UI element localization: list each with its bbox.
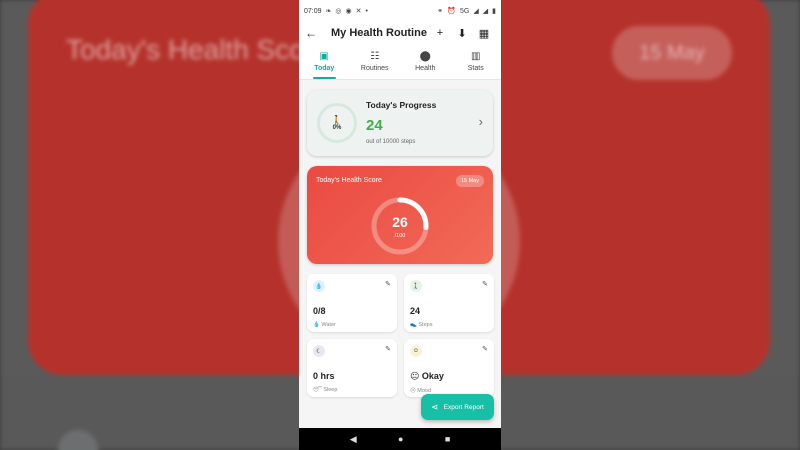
health-score-card: Today's Health Score 15 May 26 /100 xyxy=(307,166,493,264)
app-bar: ← My Health Routine + ⬇ ▦ xyxy=(299,22,501,44)
water-value: 0/8 xyxy=(313,306,326,316)
progress-percent: 0% xyxy=(332,125,342,131)
edit-icon[interactable]: ✎ xyxy=(482,345,488,353)
sleep-label: 😴 Sleep xyxy=(313,387,338,393)
tab-stats[interactable]: ▥ Stats xyxy=(451,44,502,79)
battery-icon: ▮ xyxy=(492,8,496,15)
water-card[interactable]: 💧 ✎ 0/8 💧 Water xyxy=(307,274,397,332)
main-content: 🚶 0% Today's Progress 24 out of 10000 st… xyxy=(299,80,501,397)
system-nav-bar: ◀ ● ■ xyxy=(299,428,501,450)
calendar-icon[interactable]: ▦ xyxy=(473,27,495,40)
mood-value: 😐 Okay xyxy=(410,371,444,381)
tab-bar: ▣ Today ☷ Routines ⬤ Health ▥ Stats xyxy=(299,44,501,80)
tab-routines[interactable]: ☷ Routines xyxy=(350,44,401,79)
health-score-max: /100 xyxy=(394,233,406,239)
bg-date-pill: 15 May xyxy=(612,26,732,80)
location-pin-icon: ⬤ xyxy=(419,51,431,62)
sleep-card[interactable]: ☾ ✎ 0 hrs 😴 Sleep xyxy=(307,339,397,397)
status-time: 07:09 xyxy=(304,7,322,15)
mood-card[interactable]: ☺ ✎ 😐 Okay 😐 Mood xyxy=(404,339,494,397)
progress-value: 24 xyxy=(366,117,383,134)
smiley-icon: ☺ xyxy=(410,345,422,357)
phone-screen: 07:09 ❧ ◎ ◉ ✕ • ⚭ ⏰ 5G ◢ ◢ ▮ ← My Health… xyxy=(299,0,501,450)
signal-icon: ◢ xyxy=(473,8,479,15)
tab-health[interactable]: ⬤ Health xyxy=(400,44,451,79)
progress-ring: 🚶 0% xyxy=(317,103,357,143)
progress-subtitle: out of 10000 steps xyxy=(366,139,416,145)
nav-recents-icon[interactable]: ■ xyxy=(445,434,450,444)
tab-today[interactable]: ▣ Today xyxy=(299,44,350,79)
sleep-value: 0 hrs xyxy=(313,371,335,381)
page-title: My Health Routine xyxy=(331,27,427,39)
back-arrow-icon[interactable]: ← xyxy=(305,26,321,40)
steps-card[interactable]: 🚶 ✎ 24 👟 Steps xyxy=(404,274,494,332)
alarm-icon: ⏰ xyxy=(447,8,457,15)
export-icon[interactable]: ⬇ xyxy=(451,27,473,40)
tab-label: Routines xyxy=(360,65,389,72)
health-score-value: 26 xyxy=(392,214,408,230)
link-icon: ⚭ xyxy=(437,8,444,15)
walking-icon: 🚶 xyxy=(331,115,343,125)
edit-icon[interactable]: ✎ xyxy=(385,345,391,353)
steps-label: 👟 Steps xyxy=(410,322,433,328)
nav-home-icon[interactable]: ● xyxy=(398,434,403,444)
status-bar: 07:09 ❧ ◎ ◉ ✕ • ⚭ ⏰ 5G ◢ ◢ ▮ xyxy=(299,0,501,22)
edit-icon[interactable]: ✎ xyxy=(482,280,488,288)
export-report-label: Export Report xyxy=(443,403,484,411)
add-icon[interactable]: + xyxy=(429,27,451,39)
progress-title: Today's Progress xyxy=(366,100,437,110)
tab-label: Stats xyxy=(467,65,484,72)
export-report-button[interactable]: ⋖ Export Report xyxy=(421,394,494,420)
moon-icon: ☾ xyxy=(313,345,325,357)
health-score-title: Today's Health Score xyxy=(316,177,382,184)
stats-grid: 💧 ✎ 0/8 💧 Water 🚶 ✎ 24 👟 Steps ☾ ✎ 0 hrs… xyxy=(307,274,494,397)
bar-chart-icon: ▥ xyxy=(471,51,481,62)
water-drop-icon: 💧 xyxy=(313,280,325,292)
leaf-icon: ❧ xyxy=(325,8,332,15)
share-icon: ⋖ xyxy=(431,401,439,412)
tab-label: Health xyxy=(415,65,436,72)
nav-back-icon[interactable]: ◀ xyxy=(350,434,357,445)
notification-icon: ◎ xyxy=(335,8,342,15)
calendar-today-icon: ▣ xyxy=(319,51,329,62)
location-icon: ◉ xyxy=(345,8,352,15)
water-label: 💧 Water xyxy=(313,322,336,328)
x-icon: ✕ xyxy=(355,8,362,15)
signal2-icon: ◢ xyxy=(482,8,489,15)
date-badge: 15 May xyxy=(455,175,484,187)
bg-title: Today's Health Score xyxy=(66,34,330,65)
progress-card[interactable]: 🚶 0% Today's Progress 24 out of 10000 st… xyxy=(307,90,493,156)
edit-icon[interactable]: ✎ xyxy=(385,280,391,288)
dot-icon: • xyxy=(365,7,368,15)
chevron-right-icon[interactable]: › xyxy=(479,114,483,129)
signal-type: 5G xyxy=(460,7,470,15)
tab-label: Today xyxy=(314,65,335,72)
video-frame: Today's Health Score 15 May 07:09 ❧ ◎ ◉ … xyxy=(0,0,800,450)
walking-icon: 🚶 xyxy=(410,280,422,292)
checklist-icon: ☷ xyxy=(370,51,380,62)
steps-value: 24 xyxy=(410,306,421,316)
